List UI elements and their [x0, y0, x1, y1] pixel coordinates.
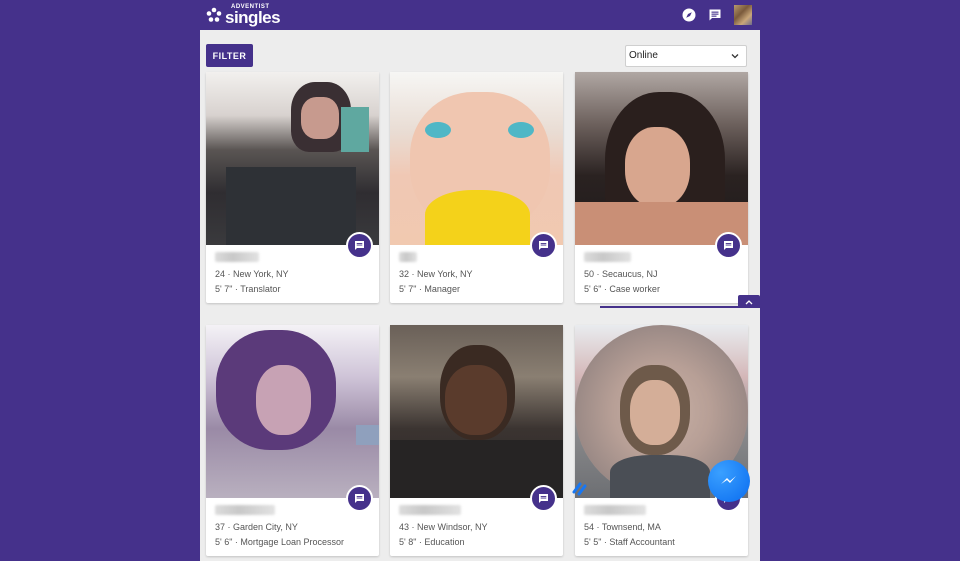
- profile-card[interactable]: 50 · Secaucus, NJ 5' 6" · Case worker: [575, 72, 748, 303]
- profile-photo[interactable]: [390, 325, 563, 498]
- profile-photo[interactable]: [390, 72, 563, 245]
- message-button[interactable]: [530, 232, 557, 259]
- sort-select[interactable]: Online: [625, 45, 747, 67]
- profile-card[interactable]: 37 · Garden City, NY 5' 6" · Mortgage Lo…: [206, 325, 379, 556]
- chat-icon: [355, 241, 364, 250]
- profile-card[interactable]: 32 · New York, NY 5' 7" · Manager: [390, 72, 563, 303]
- top-navigation-bar: ADVENTIST singles: [200, 0, 760, 30]
- messenger-chat-button[interactable]: [708, 460, 750, 502]
- profile-height-occupation: 5' 7" · Translator: [215, 284, 281, 294]
- profile-name-blurred: [584, 252, 631, 262]
- flower-logo-icon: [206, 7, 222, 22]
- message-button[interactable]: [346, 232, 373, 259]
- main-content: FILTER Online 24 · New York, NY 5' 7" · …: [200, 30, 760, 561]
- chat-icon: [724, 241, 733, 250]
- sort-select-value: Online: [629, 50, 658, 61]
- profile-card[interactable]: 54 · Townsend, MA 5' 5" · Staff Accounta…: [575, 325, 748, 556]
- profile-height-occupation: 5' 7" · Manager: [399, 284, 460, 294]
- profile-card[interactable]: 24 · New York, NY 5' 7" · Translator: [206, 72, 379, 303]
- chat-icon: [539, 241, 548, 250]
- profile-name-blurred: [215, 505, 275, 515]
- profile-card[interactable]: 43 · New Windsor, NY 5' 8" · Education: [390, 325, 563, 556]
- profile-age-location: 24 · New York, NY: [215, 269, 289, 279]
- profile-photo[interactable]: [575, 72, 748, 245]
- profile-name-blurred: [399, 505, 461, 515]
- profile-name-blurred: [215, 252, 259, 262]
- scroll-to-top-button[interactable]: [738, 295, 760, 308]
- scroll-progress-line: [600, 306, 740, 308]
- user-avatar[interactable]: [734, 5, 752, 25]
- profile-height-occupation: 5' 8" · Education: [399, 537, 465, 547]
- chat-icon: [539, 494, 548, 503]
- chevron-up-icon: [745, 299, 753, 304]
- message-button[interactable]: [346, 485, 373, 512]
- profile-age-location: 43 · New Windsor, NY: [399, 522, 488, 532]
- message-button[interactable]: [715, 232, 742, 259]
- messenger-icon: [721, 476, 736, 484]
- profile-age-location: 37 · Garden City, NY: [215, 522, 298, 532]
- logo-text-singles: singles: [225, 8, 281, 27]
- compass-icon[interactable]: [682, 8, 696, 22]
- profile-height-occupation: 5' 6" · Case worker: [584, 284, 660, 294]
- profile-age-location: 50 · Secaucus, NJ: [584, 269, 658, 279]
- profile-age-location: 54 · Townsend, MA: [584, 522, 661, 532]
- chat-icon: [355, 494, 364, 503]
- profile-name-blurred: [584, 505, 646, 515]
- profile-photo[interactable]: [206, 325, 379, 498]
- loading-spinner-icon: [572, 482, 587, 496]
- profile-height-occupation: 5' 5" · Staff Accountant: [584, 537, 675, 547]
- message-button[interactable]: [530, 485, 557, 512]
- chat-icon[interactable]: [708, 8, 722, 22]
- profile-height-occupation: 5' 6" · Mortgage Loan Processor: [215, 537, 344, 547]
- profile-age-location: 32 · New York, NY: [399, 269, 473, 279]
- filter-button[interactable]: FILTER: [206, 44, 253, 67]
- profile-photo[interactable]: [206, 72, 379, 245]
- chevron-down-icon: [731, 54, 739, 59]
- profile-name-blurred: [399, 252, 417, 262]
- adventist-singles-logo[interactable]: ADVENTIST singles: [206, 3, 281, 27]
